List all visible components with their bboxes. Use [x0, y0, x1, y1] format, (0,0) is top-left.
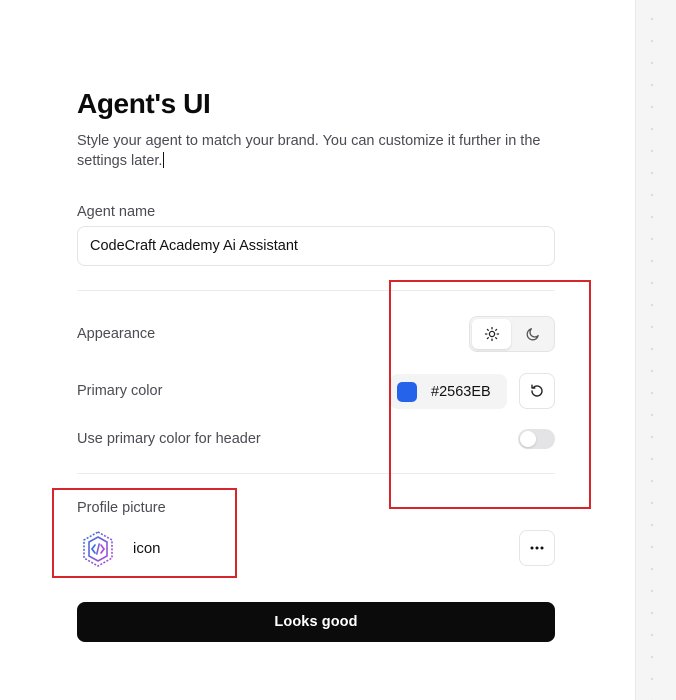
page-subtitle-text: Style your agent to match your brand. Yo… — [77, 133, 541, 169]
more-horizontal-icon — [530, 546, 544, 550]
primary-color-label: Primary color — [77, 383, 163, 399]
preview-side-panel — [635, 0, 676, 700]
agent-name-label: Agent name — [77, 204, 156, 220]
annotation-box-profile — [52, 488, 237, 578]
agent-ui-setup-page: Agent's UI Style your agent to match you… — [0, 0, 676, 700]
annotation-box-settings — [389, 280, 591, 509]
text-caret — [163, 152, 165, 168]
page-subtitle: Style your agent to match your brand. Yo… — [77, 131, 552, 171]
page-title: Agent's UI — [77, 88, 211, 119]
agent-name-input[interactable] — [77, 226, 555, 266]
looks-good-button[interactable]: Looks good — [77, 602, 555, 642]
appearance-label: Appearance — [77, 326, 156, 342]
header-color-label: Use primary color for header — [77, 431, 261, 447]
profile-menu-button[interactable] — [519, 530, 555, 566]
